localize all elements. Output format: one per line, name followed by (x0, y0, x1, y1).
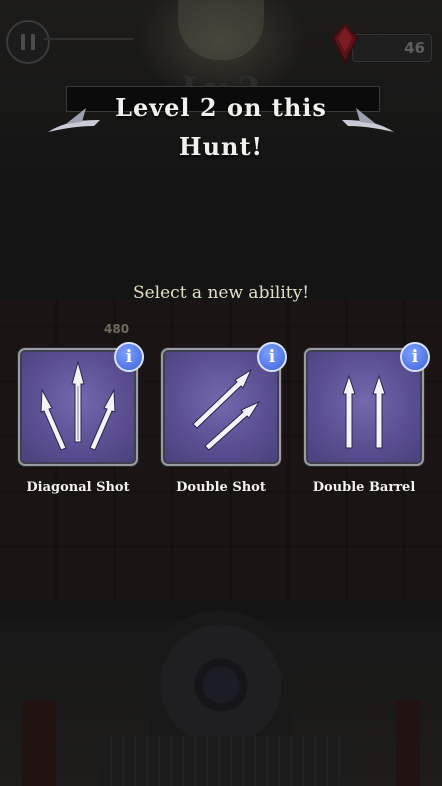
info-icon[interactable]: i (257, 342, 287, 372)
left-banner (22, 700, 56, 786)
ability-label: Double Shot (176, 480, 266, 495)
castle-gate (100, 736, 342, 786)
select-ability-prompt: Select a new ability! (132, 283, 310, 303)
ability-card-double-barrel[interactable]: i Double Barrel (304, 342, 430, 498)
right-banner (396, 700, 420, 786)
info-icon[interactable]: i (114, 342, 144, 372)
gem-count: 46 (404, 39, 425, 57)
ability-label: Diagonal Shot (26, 480, 130, 495)
hud-frame (44, 38, 134, 50)
gem-counter: 46 (352, 34, 432, 62)
info-icon[interactable]: i (400, 342, 430, 372)
ability-label: Double Barrel (312, 480, 416, 495)
red-gem-icon (331, 22, 359, 64)
enemy-hp-label: 480 (104, 322, 130, 336)
pause-icon (21, 34, 35, 50)
level-up-title: Level 2 on this Hunt! (115, 93, 327, 161)
ability-card-diagonal-shot[interactable]: i Diagonal Shot (18, 342, 144, 498)
ability-card-double-shot[interactable]: i Double Shot (161, 342, 287, 498)
